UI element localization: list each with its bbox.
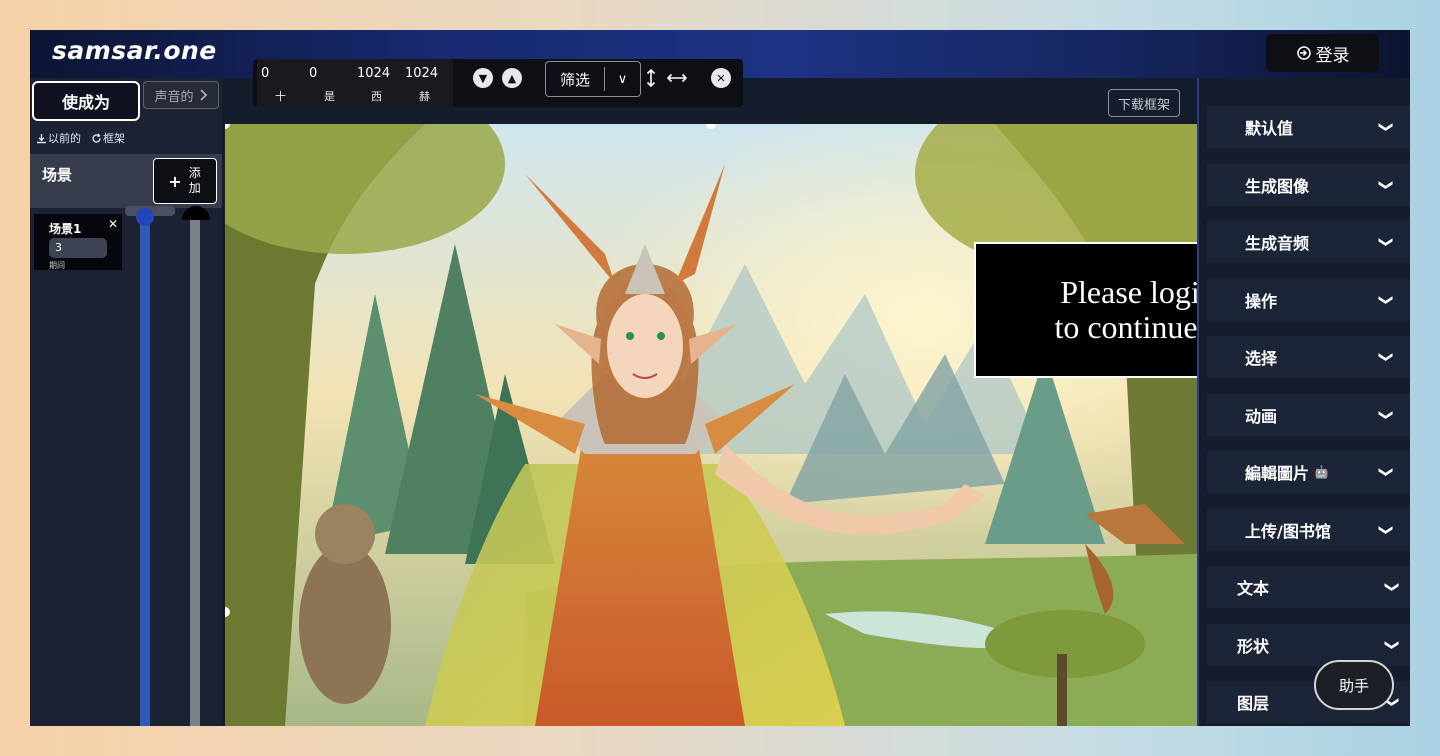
accordion-label: 編輯圖片 [1245,464,1310,483]
chevron-down-icon: ❯ [1378,121,1395,133]
accordion-actions[interactable]: 操作 ❯ [1207,279,1410,321]
download-frame-button[interactable]: 下载框架 [1108,89,1180,117]
chevron-down-icon: ❯ [1378,466,1395,478]
x-value[interactable]: 0 [261,66,269,81]
duration-input[interactable]: 3 [49,238,107,258]
frame-label: 框架 [103,132,125,145]
frame-link[interactable]: 框架 [91,130,125,146]
chevron-down-icon: ❯ [1384,639,1401,651]
artwork-svg [225,124,1197,726]
plus-icon: + [168,171,182,191]
brand-logo[interactable]: samsar.one [52,36,217,65]
login-icon [1296,46,1311,60]
accordion-select[interactable]: 选择 ❯ [1207,336,1410,378]
app-window: samsar.one 登录 使成为 声音的 以前的 框架 场景 + 添加 场景1… [30,30,1410,726]
make-button[interactable]: 使成为 [32,81,140,121]
login-label: 登录 [1315,45,1350,66]
width-label: 西 [371,90,382,103]
accordion-label: 操作 [1245,292,1278,311]
sound-label: 声音的 [154,89,194,105]
accordion-label-wrap: 編輯圖片 🤖 [1245,460,1329,484]
right-panel: 默认值 ❯ 生成图像 ❯ 生成音频 ❯ 操作 ❯ 选择 ❯ 动画 ❯ 編輯圖片 … [1197,78,1410,726]
previous-link[interactable]: 以前的 [36,130,81,146]
timeline-slider-track[interactable] [140,210,150,726]
accordion-text[interactable]: 文本 ❯ [1207,566,1410,608]
accordion-generate-image[interactable]: 生成图像 ❯ [1207,164,1410,206]
accordion-generate-audio[interactable]: 生成音频 ❯ [1207,221,1410,263]
add-scene-button[interactable]: + 添加 [153,158,217,204]
accordion-defaults[interactable]: 默认值 ❯ [1207,106,1410,148]
x-label: 十 [275,90,286,103]
fantasy-artwork-image[interactable] [225,124,1197,726]
move-up-icon[interactable]: ▲ [502,68,522,88]
accordion-shapes[interactable]: 形状 ❯ [1207,624,1410,666]
close-icon[interactable]: ✕ [108,217,118,231]
timeline-slider-thumb[interactable] [136,208,154,226]
duration-label: 期间 [49,261,65,270]
close-toolbar-icon[interactable]: ✕ [711,68,731,88]
width-value[interactable]: 1024 [357,66,390,81]
height-label: 赫 [419,90,430,103]
refresh-icon [92,133,101,143]
accordion-label: 生成图像 [1245,177,1310,196]
accordion-label: 上传/图书馆 [1245,522,1331,541]
accordion-label: 图层 [1237,694,1270,713]
chevron-down-icon: ❯ [1378,524,1395,536]
accordion-label: 默认值 [1245,119,1294,138]
previous-label: 以前的 [48,132,81,145]
chevron-down-icon: ❯ [1378,236,1395,248]
assistant-button[interactable]: 助手 [1314,660,1394,710]
scene-name: 场景1 [49,222,82,236]
chevron-down-icon: ❯ [1378,179,1395,191]
overlay-line-1: Please login [1060,274,1216,310]
zoom-slider-track[interactable] [190,214,200,726]
chevron-right-icon [199,89,207,101]
accordion-upload-library[interactable]: 上传/图书馆 ❯ [1207,509,1410,551]
accordion-label: 动画 [1245,407,1278,426]
scene-card[interactable]: 场景1 ✕ 3 期间 [34,214,122,270]
chevron-down-icon: ∨ [617,71,628,87]
scenes-title: 场景 [42,166,73,184]
canvas-area: 下载框架 Please login to continue .. [222,78,1302,726]
accordion-label: 生成音频 [1245,234,1310,253]
y-value[interactable]: 0 [309,66,317,81]
login-button[interactable]: 登录 [1266,34,1379,72]
horizontal-resize-icon[interactable] [667,73,687,83]
zoom-slider-thumb[interactable] [182,206,210,220]
accordion-label: 文本 [1237,579,1270,598]
accordion-label: 选择 [1245,349,1278,368]
move-down-icon[interactable]: ▼ [473,68,493,88]
chevron-down-icon: ❯ [1384,581,1401,593]
robot-icon: 🤖 [1314,465,1329,479]
filter-label: 筛选 [560,70,591,89]
accordion-edit-image[interactable]: 編輯圖片 🤖 ❯ [1207,451,1410,493]
add-label: 添加 [188,166,201,195]
chevron-down-icon: ❯ [1378,409,1395,421]
accordion-label: 形状 [1237,637,1270,656]
download-icon [37,133,46,143]
toolbar: 0 十 0 是 1024 西 1024 赫 ▼ ▲ 筛选 ∨ ✕ [253,59,743,107]
sound-button[interactable]: 声音的 [143,81,219,109]
left-panel: 使成为 声音的 以前的 框架 场景 + 添加 场景1 ✕ 3 期间 [30,78,222,726]
chevron-down-icon: ❯ [1378,294,1395,306]
chevron-down-icon: ❯ [1378,351,1395,363]
scenes-header: 场景 + 添加 [30,154,222,208]
accordion-animation[interactable]: 动画 ❯ [1207,394,1410,436]
y-label: 是 [324,90,335,103]
height-value[interactable]: 1024 [405,66,438,81]
filter-select[interactable]: 筛选 ∨ [545,61,641,97]
vertical-resize-icon[interactable] [646,69,656,87]
